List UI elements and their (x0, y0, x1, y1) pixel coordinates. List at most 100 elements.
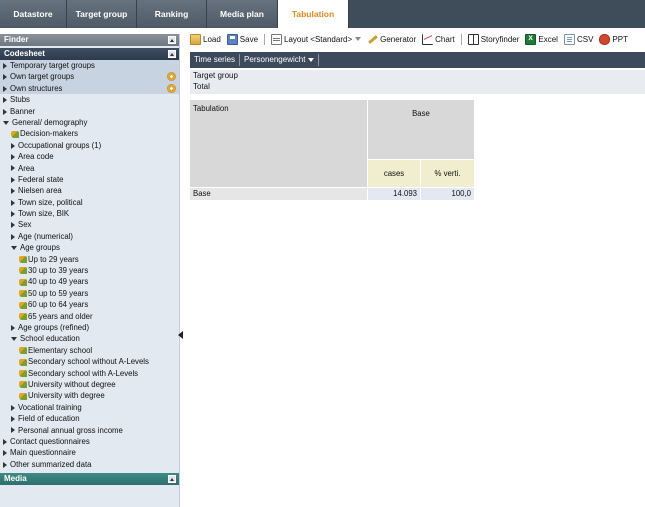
tree-item-label: Federal state (18, 174, 64, 184)
tree-item-label: University without degree (28, 379, 116, 389)
layout-dropdown[interactable]: Layout <Standard> (271, 31, 362, 47)
tree-item[interactable]: 50 up to 59 years (0, 288, 179, 299)
tree-item-label: Elementary school (28, 345, 93, 355)
tree-item[interactable]: Secondary school without A-Levels (0, 356, 179, 367)
tree-item[interactable]: Elementary school (0, 345, 179, 356)
tree-item-label: Occupational groups (1) (18, 140, 102, 150)
finder-collapse-icon[interactable] (168, 36, 176, 44)
category-icon (19, 278, 27, 286)
tree-item[interactable]: Nielsen area (0, 185, 179, 196)
column-header-percent[interactable]: % verti. (421, 160, 474, 187)
column-group-header[interactable]: Base (368, 100, 474, 160)
tree-item[interactable]: School education (0, 333, 179, 344)
collapsed-arrow-icon (11, 404, 15, 411)
codesheet-panel-header[interactable]: Codesheet (0, 48, 179, 60)
gear-icon[interactable] (167, 83, 176, 93)
tree-item[interactable]: Town size, political (0, 197, 179, 208)
layout-label: Layout (284, 34, 309, 44)
category-icon (19, 392, 27, 400)
finder-title: Finder (4, 35, 29, 44)
storyfinder-button[interactable]: Storyfinder (467, 31, 519, 47)
table-corner-label: Tabulation (190, 100, 368, 187)
tab-target-group[interactable]: Target group (67, 0, 137, 28)
tree-item-label: Area code (18, 152, 54, 162)
tree-item[interactable]: Secondary school with A-Levels (0, 368, 179, 379)
tree-item[interactable]: Age groups (0, 242, 179, 253)
tree-item[interactable]: General/ demography (0, 117, 179, 128)
excel-export-button[interactable]: Excel (525, 31, 558, 47)
media-panel-header[interactable]: Media (0, 473, 179, 485)
tree-item[interactable]: Age groups (refined) (0, 322, 179, 333)
codesheet-title: Codesheet (4, 49, 45, 58)
tree-item-label: Contact questionnaires (10, 436, 90, 446)
tree-item[interactable]: 30 up to 39 years (0, 265, 179, 276)
tree-item[interactable]: Contact questionnaires (0, 436, 179, 447)
wand-icon (367, 34, 378, 45)
tab-tabulation[interactable]: Tabulation (278, 0, 349, 28)
tree-item[interactable]: Sex (0, 219, 179, 230)
csv-export-button[interactable]: CSV (563, 31, 593, 47)
tree-item[interactable]: Banner (0, 106, 179, 117)
weight-dropdown[interactable]: Personengewicht (240, 54, 320, 66)
tab-ranking[interactable]: Ranking (137, 0, 207, 28)
codesheet-tree: Temporary target groups Own target groups… (0, 60, 179, 470)
row-label[interactable]: Base (190, 188, 368, 200)
target-group-label: Target group (193, 71, 238, 80)
tree-item[interactable]: University without degree (0, 379, 179, 390)
tree-item[interactable]: Area (0, 163, 179, 174)
generator-label: Generator (380, 34, 417, 44)
tree-item-label: Other summarized data (10, 459, 92, 469)
tree-item[interactable]: Federal state (0, 174, 179, 185)
tree-item[interactable]: Own structures (0, 82, 179, 95)
tab-datastore[interactable]: Datastore (0, 0, 67, 28)
layout-value: <Standard> (310, 34, 353, 44)
target-group-info: Target group Total (190, 70, 645, 94)
category-icon (19, 358, 27, 366)
tree-item[interactable]: Vocational training (0, 402, 179, 413)
tree-item[interactable]: Personal annual gross income (0, 425, 179, 436)
ppt-label: PPT (612, 34, 628, 44)
tree-item[interactable]: University with degree (0, 390, 179, 401)
time-series-button[interactable]: Time series (190, 54, 241, 66)
category-icon (19, 369, 27, 377)
tree-item[interactable]: Main questionnaire (0, 447, 179, 458)
tree-item[interactable]: Age (numerical) (0, 231, 179, 242)
tree-item[interactable]: Other summarized data (0, 459, 179, 470)
collapsed-arrow-icon (3, 74, 7, 81)
tree-item[interactable]: Temporary target groups (0, 60, 179, 72)
tree-item[interactable]: 60 up to 64 years (0, 299, 179, 310)
generator-button[interactable]: Generator (367, 31, 416, 47)
collapse-sidebar-arrow-icon[interactable] (178, 331, 183, 339)
save-button[interactable]: Save (226, 31, 258, 47)
tree-item[interactable]: Field of education (0, 413, 179, 424)
collapsed-arrow-icon (3, 461, 7, 468)
tree-item[interactable]: Own target groups (0, 71, 179, 83)
tree-item-label: 65 years and older (28, 311, 93, 321)
load-button[interactable]: Load (190, 31, 221, 47)
media-collapse-icon[interactable] (168, 475, 176, 483)
line-chart-icon (422, 33, 434, 45)
tree-item-label: Town size, BIK (18, 209, 70, 219)
toolbar-separator (264, 33, 266, 45)
chevron-down-icon (308, 57, 315, 62)
gear-icon[interactable] (167, 72, 176, 82)
excel-icon (525, 33, 537, 45)
tree-item[interactable]: Occupational groups (1) (0, 140, 179, 151)
finder-panel-header[interactable]: Finder (0, 34, 179, 46)
tree-item-label: Field of education (18, 414, 80, 424)
tree-item[interactable]: Up to 29 years (0, 254, 179, 265)
collapsed-arrow-icon (3, 62, 7, 69)
tree-item[interactable]: 65 years and older (0, 311, 179, 322)
codesheet-collapse-icon[interactable] (168, 50, 176, 58)
column-header-cases[interactable]: cases (368, 160, 421, 187)
collapsed-arrow-icon (3, 438, 7, 445)
tree-item[interactable]: Town size, BIK (0, 208, 179, 219)
tree-item[interactable]: Decision-makers (0, 128, 179, 139)
tab-media-plan[interactable]: Media plan (207, 0, 278, 28)
target-group-value: Total (193, 82, 210, 91)
tree-item[interactable]: 40 up to 49 years (0, 276, 179, 287)
ppt-export-button[interactable]: PPT (599, 31, 628, 47)
tree-item[interactable]: Area code (0, 151, 179, 162)
chart-button[interactable]: Chart (422, 31, 455, 47)
tree-item[interactable]: Stubs (0, 94, 179, 105)
